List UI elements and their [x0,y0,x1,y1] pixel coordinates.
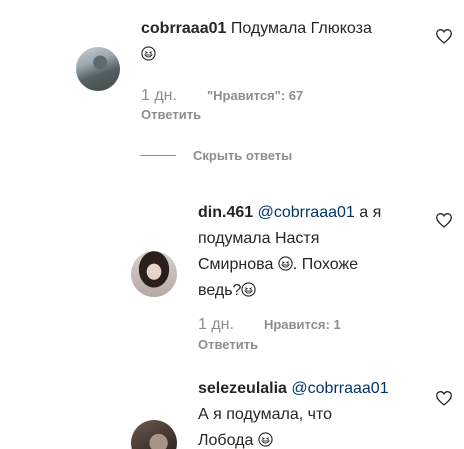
heart-icon[interactable] [435,212,453,228]
hide-replies-button[interactable]: Скрыть ответы [140,148,292,163]
grinning-squinting-face-icon [258,432,273,447]
grinning-squinting-face-icon [241,282,257,297]
grinning-squinting-face-icon [278,256,293,271]
reply-text: Смирнова [198,256,274,273]
comment-meta: 1 дн. "Нравится": 67 [141,87,303,105]
heart-icon[interactable] [435,28,453,44]
reply-text: ведь? [198,282,242,299]
avatar[interactable] [131,420,177,449]
comment-username[interactable]: cobrraaa01 [141,20,226,37]
hide-replies-label: Скрыть ответы [193,148,293,163]
comment-body: cobrraaa01 Подумала Глюкоза [141,16,421,68]
reply-body: din.461 @cobrraaa01 а я подумала Настя С… [198,200,428,304]
mention-link[interactable]: @cobrraaa01 [258,204,355,221]
comment-likes[interactable]: "Нравится": 67 [207,88,303,103]
comments-panel: cobrraaa01 Подумала Глюкоза 1 дн. "Нрави… [0,0,464,449]
divider [140,155,176,156]
mention-link[interactable]: @cobrraaa01 [291,380,388,397]
reply-text: . Похоже [292,256,359,273]
grinning-squinting-face-icon [141,46,156,61]
heart-icon[interactable] [435,390,453,406]
reply-meta: 1 дн. Нравится: 1 [198,316,341,334]
reply-button[interactable]: Ответить [198,337,258,352]
reply-likes[interactable]: Нравится: 1 [264,317,341,332]
reply-username[interactable]: selezeulalia [198,380,287,397]
reply-body: selezeulalia @cobrraaa01 А я подумала, ч… [198,376,428,449]
avatar[interactable] [131,251,177,297]
reply-button[interactable]: Ответить [141,107,201,122]
avatar[interactable] [76,47,120,91]
reply-text: а я [359,204,382,221]
reply-text: Лобода [198,432,254,449]
comment-text: Подумала Глюкоза [230,20,372,37]
reply-username[interactable]: din.461 [198,204,253,221]
reply-text: подумала Настя [198,230,320,247]
reply-date[interactable]: 1 дн. [198,316,234,334]
comment-date[interactable]: 1 дн. [141,87,177,105]
reply-text: А я подумала, что [198,406,332,423]
